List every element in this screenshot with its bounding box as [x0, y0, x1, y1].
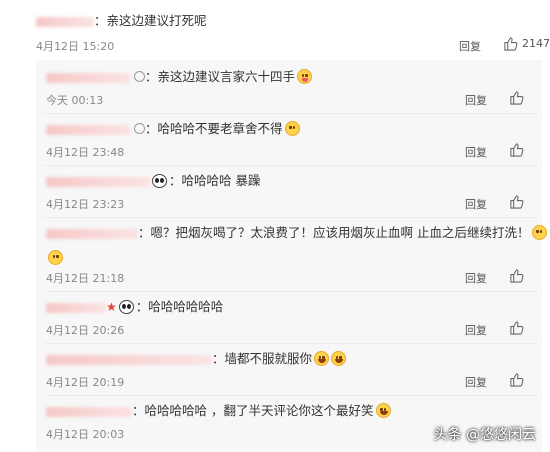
laughing-emoji-icon [331, 351, 347, 366]
reply-comment: ★ ：哈哈哈哈哈哈 [46, 298, 223, 316]
reply-text: 哈哈哈哈 暴躁 [181, 173, 261, 188]
panda-emoji-icon [118, 300, 134, 314]
main-comment-time: 4月12日 15:20 [36, 40, 115, 53]
main-comment-text-line: ：亲这边建议打死呢 [36, 12, 207, 30]
thumbs-up-icon [510, 269, 524, 283]
smile-emoji-icon [531, 225, 547, 240]
reply-time: 4月12日 21:18 [46, 272, 125, 285]
blurred-username[interactable] [36, 16, 94, 27]
thumbs-up-icon [510, 321, 524, 335]
reply-comment: ：哈哈哈不要老章舍不得 [46, 120, 300, 138]
reply-time: 4月12日 20:03 [46, 428, 125, 441]
star-icon: ★ [106, 300, 117, 314]
reply-time: 4月12日 23:48 [46, 146, 125, 159]
panda-emoji-icon [152, 174, 167, 188]
replies-panel [36, 60, 542, 452]
like-button[interactable] [509, 194, 524, 209]
divider [44, 165, 538, 166]
laughing-emoji-icon [375, 403, 391, 418]
divider [44, 217, 538, 218]
reply-time: 4月12日 20:26 [46, 324, 125, 337]
like-count: 2147 [522, 37, 550, 50]
main-comment: ：亲这边建议打死呢 4月12日 15:20 回复 2147 [0, 0, 550, 60]
divider [44, 343, 538, 344]
reply-comment: ：嗯？把烟灰喝了？太浪费了！应该用烟灰止血啊 止血之后继续打洗！ [46, 224, 547, 242]
divider [44, 395, 538, 396]
blurred-username[interactable] [46, 124, 130, 135]
verified-badge-icon [134, 71, 145, 82]
thumbs-up-icon [510, 373, 524, 387]
watermark: 头条 @悠悠闲云 [433, 427, 536, 443]
divider [44, 291, 538, 292]
reply-comment: ：哈哈哈哈 暴躁 [46, 172, 261, 190]
verified-badge-icon [134, 123, 145, 134]
reply-time: 今天 00:13 [46, 94, 104, 107]
reply-text: 哈哈哈哈哈 ，翻了半天评论你这个最好笑 [144, 403, 374, 418]
reply-text: 哈哈哈不要老章舍不得 [157, 121, 283, 136]
reply-button[interactable]: 回复 [465, 144, 487, 160]
smile-emoji-icon [48, 250, 63, 265]
reply-text: 亲这边建议言家六十四手 [157, 69, 296, 84]
reply-text: 墙都不服就服你 [224, 351, 313, 366]
main-comment-text: 亲这边建议打死呢 [106, 13, 207, 28]
laughing-emoji-icon [314, 351, 330, 366]
blurred-username[interactable] [46, 228, 138, 239]
reply-time: 4月12日 20:19 [46, 376, 125, 389]
reply-button[interactable]: 回复 [465, 92, 487, 108]
blurred-username[interactable] [46, 176, 150, 187]
thumbs-up-icon [510, 195, 524, 209]
reply-button[interactable]: 回复 [459, 38, 481, 54]
like-button[interactable]: 2147 [503, 36, 550, 51]
like-button[interactable] [509, 320, 524, 335]
blurred-username[interactable] [46, 406, 132, 417]
reply-button[interactable]: 回复 [465, 270, 487, 286]
thumbs-up-icon [510, 91, 524, 105]
thumbs-up-icon [504, 37, 518, 51]
like-button[interactable] [509, 372, 524, 387]
reply-emoji-line [46, 247, 63, 266]
like-button[interactable] [509, 142, 524, 157]
like-button[interactable] [509, 90, 524, 105]
reply-text: 嗯？把烟灰喝了？太浪费了！应该用烟灰止血啊 止血之后继续打洗！ [150, 225, 530, 240]
thumbs-up-icon [510, 143, 524, 157]
reply-button[interactable]: 回复 [465, 196, 487, 212]
blurred-username[interactable] [46, 302, 106, 313]
reply-text: 哈哈哈哈哈哈 [148, 299, 224, 314]
divider [44, 113, 538, 114]
reply-comment: ：墙都不服就服你 [46, 350, 347, 368]
reply-time: 4月12日 23:23 [46, 198, 125, 211]
blurred-username[interactable] [46, 72, 130, 83]
smile-emoji-icon [284, 121, 300, 136]
reply-button[interactable]: 回复 [465, 374, 487, 390]
blurred-username[interactable] [46, 354, 212, 365]
reply-button[interactable]: 回复 [465, 322, 487, 338]
reply-comment: ：哈哈哈哈哈 ，翻了半天评论你这个最好笑 [46, 402, 391, 420]
like-button[interactable] [509, 268, 524, 283]
tongue-emoji-icon [297, 69, 313, 84]
reply-comment: ：亲这边建议言家六十四手 [46, 68, 313, 86]
